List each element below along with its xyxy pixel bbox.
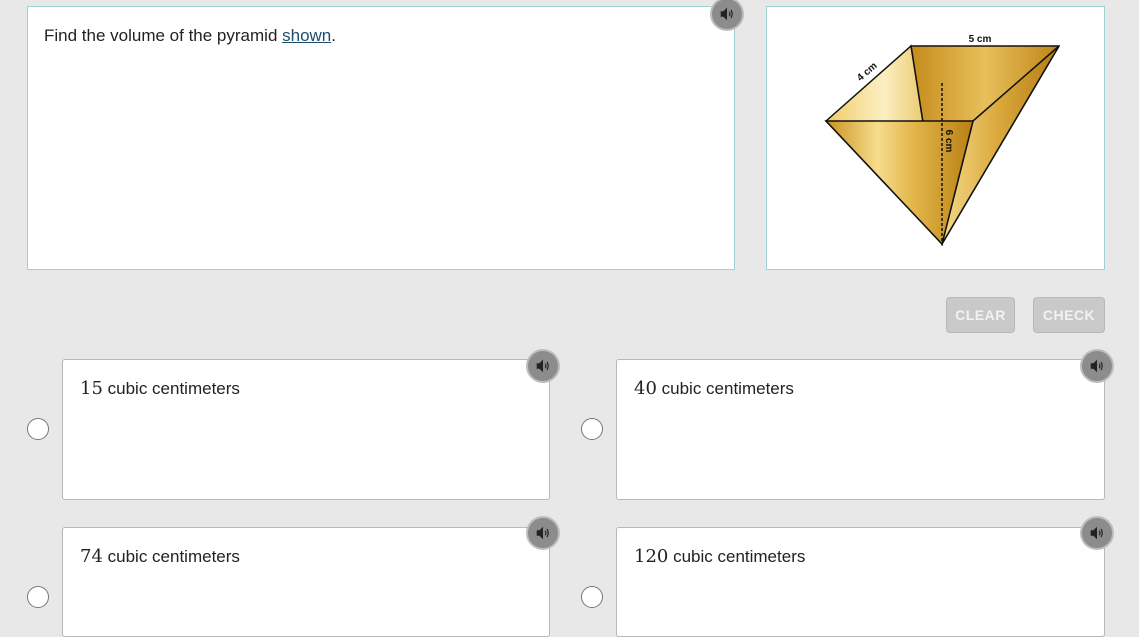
choice-number-3: 74 (80, 546, 103, 567)
choice-unit-3: cubic centimeters (102, 547, 240, 566)
question-panel: Find the volume of the pyramid shown. (27, 6, 735, 270)
question-text-before: Find the volume of the pyramid (44, 26, 283, 45)
speaker-icon (1090, 526, 1103, 540)
pyramid-figure: 5 cm 4 cm 6 cm (824, 34, 1061, 247)
question-text: Find the volume of the pyramid shown. (44, 26, 336, 46)
choice-unit-1: cubic centimeters (102, 379, 240, 398)
choice-number-2: 40 (634, 378, 657, 399)
choice-audio-button-4[interactable] (1080, 516, 1114, 550)
choice-option-4[interactable]: 120 cubic centimeters (616, 527, 1105, 637)
speaker-icon (536, 359, 549, 373)
choice-option-2[interactable]: 40 cubic centimeters (616, 359, 1105, 500)
speaker-icon (536, 526, 549, 540)
choice-option-1[interactable]: 15 cubic centimeters (62, 359, 550, 500)
top-edge-label: 5 cm (969, 34, 992, 45)
question-text-after: . (331, 26, 336, 45)
check-button[interactable]: CHECK (1033, 297, 1105, 333)
figure-panel: 5 cm 4 cm 6 cm (766, 6, 1105, 270)
choice-audio-button-1[interactable] (526, 349, 560, 383)
choice-number-1: 15 (80, 378, 103, 399)
choice-unit-4: cubic centimeters (668, 547, 806, 566)
question-audio-button[interactable] (710, 0, 744, 31)
choice-text-4: 120 cubic centimeters (634, 546, 805, 567)
choice-number-4: 120 (634, 546, 669, 567)
speaker-icon (1090, 359, 1103, 373)
choice-text-3: 74 cubic centimeters (80, 546, 240, 567)
choice-text-2: 40 cubic centimeters (634, 378, 794, 399)
shown-link[interactable]: shown (282, 26, 331, 45)
choice-radio-4[interactable] (581, 586, 603, 608)
choice-radio-3[interactable] (27, 586, 49, 608)
choice-text-1: 15 cubic centimeters (80, 378, 240, 399)
height-label: 6 cm (943, 130, 954, 153)
choice-radio-1[interactable] (27, 418, 49, 440)
choice-audio-button-3[interactable] (526, 516, 560, 550)
speaker-icon (720, 7, 733, 21)
clear-button[interactable]: CLEAR (946, 297, 1015, 333)
choice-radio-2[interactable] (581, 418, 603, 440)
choice-option-3[interactable]: 74 cubic centimeters (62, 527, 550, 637)
choice-audio-button-2[interactable] (1080, 349, 1114, 383)
choice-unit-2: cubic centimeters (656, 379, 794, 398)
